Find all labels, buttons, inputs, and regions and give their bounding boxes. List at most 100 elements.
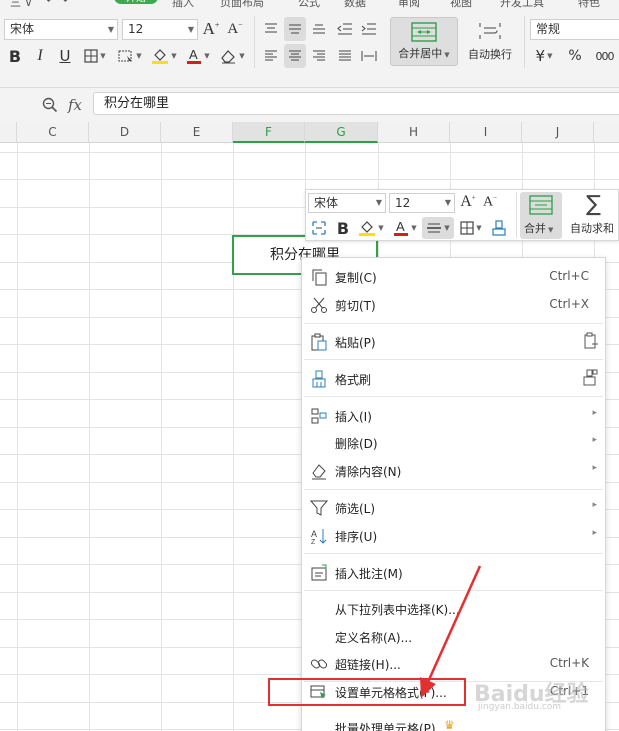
- align-bottom-icon: [313, 24, 325, 34]
- mini-format-painter-button[interactable]: [488, 217, 510, 239]
- increase-indent-button[interactable]: [358, 17, 380, 41]
- menu-item-paste[interactable]: 粘贴(P): [302, 328, 605, 355]
- wrap-text-button[interactable]: 自动换行: [462, 17, 518, 66]
- menu-item-label: 从下拉列表中选择(K)...: [335, 603, 460, 617]
- paste-icon: [311, 333, 327, 351]
- number-format-value: 常规: [536, 22, 561, 36]
- fill-pattern-button[interactable]: ▼: [114, 44, 146, 68]
- align-right-button[interactable]: [308, 44, 330, 68]
- menu-item-define-name[interactable]: 定义名称(A)...: [302, 623, 605, 650]
- bold-button[interactable]: B: [4, 44, 26, 68]
- menu-item-delete[interactable]: 删除(D) ▸: [302, 429, 605, 456]
- tab-insert[interactable]: 插入: [172, 0, 194, 10]
- menu-item-insert[interactable]: 插入(I) ▸: [302, 402, 605, 429]
- indent-icon: [361, 23, 376, 35]
- paste-options-icon[interactable]: [583, 332, 599, 350]
- tab-special[interactable]: 特色: [578, 0, 600, 10]
- mini-divider: [516, 192, 517, 238]
- mini-format-button[interactable]: [308, 217, 330, 239]
- align-top-icon: [265, 23, 277, 33]
- column-header-e[interactable]: E: [161, 122, 233, 143]
- outdent-icon: [337, 23, 352, 35]
- mini-merge-button[interactable]: 合并 ▼: [520, 192, 562, 239]
- menu-item-clear-contents[interactable]: 清除内容(N) ▸: [302, 457, 605, 484]
- menu-item-cut[interactable]: 剪切(T) Ctrl+X: [302, 291, 605, 318]
- mini-font-color-button[interactable]: A ▼: [390, 217, 420, 239]
- thousands-button[interactable]: 000: [590, 44, 619, 68]
- font-decrease-icon: A−: [482, 193, 498, 210]
- border-button[interactable]: ▼: [80, 44, 110, 68]
- copy-icon: [312, 269, 327, 286]
- font-size-select[interactable]: 12 ▼: [122, 19, 198, 40]
- column-header-f[interactable]: F: [233, 122, 305, 143]
- tab-home[interactable]: 开始: [114, 0, 158, 4]
- grid-line: [0, 179, 619, 180]
- decrease-indent-button[interactable]: [334, 17, 356, 41]
- italic-button[interactable]: I: [29, 44, 51, 68]
- tab-page-layout[interactable]: 页面布局: [220, 0, 264, 10]
- column-header-partial[interactable]: [0, 122, 17, 143]
- column-header-i[interactable]: I: [450, 122, 522, 143]
- grid-line: [161, 143, 162, 731]
- mini-fill-color-button[interactable]: ▼: [356, 217, 386, 239]
- tab-file[interactable]: 三 ∨: [10, 0, 33, 10]
- mini-font-size-select[interactable]: 12 ▼: [389, 193, 455, 213]
- align-top-button[interactable]: [260, 17, 282, 41]
- mini-decrease-font-button[interactable]: A−: [480, 191, 500, 213]
- column-header-d[interactable]: D: [89, 122, 161, 143]
- decrease-font-button[interactable]: A−: [224, 17, 246, 41]
- fill-color-button[interactable]: ▼: [148, 44, 180, 68]
- mini-increase-font-button[interactable]: A+: [458, 191, 478, 213]
- mini-autosum-button[interactable]: ∑ 自动求和: [568, 192, 619, 239]
- mini-font-name-select[interactable]: 宋体 ▼: [308, 193, 386, 213]
- currency-button[interactable]: ¥ ▼: [530, 44, 558, 68]
- menu-item-hyperlink[interactable]: 超链接(H)... Ctrl+K: [302, 650, 605, 677]
- align-bottom-button[interactable]: [308, 17, 330, 41]
- tab-developer[interactable]: 开发工具: [500, 0, 544, 10]
- fx-icon[interactable]: fx: [68, 96, 82, 114]
- menu-item-format-painter[interactable]: 格式刷: [302, 365, 605, 392]
- column-header-g[interactable]: G: [305, 122, 378, 143]
- chevron-down-icon: ▼: [100, 52, 106, 60]
- align-middle-button[interactable]: [284, 17, 306, 41]
- tab-formulas[interactable]: 公式: [298, 0, 320, 10]
- menu-item-label: 格式刷: [335, 373, 372, 387]
- tab-view[interactable]: 视图: [450, 0, 472, 10]
- menu-item-pick-from-list[interactable]: 从下拉列表中选择(K)...: [302, 595, 605, 622]
- column-header-j[interactable]: J: [522, 122, 594, 143]
- zoom-icon[interactable]: [42, 97, 58, 113]
- distributed-align-button[interactable]: [358, 44, 380, 68]
- border-icon: [84, 49, 98, 63]
- tab-fragment[interactable]: ↶ ↷: [46, 0, 68, 7]
- tab-review[interactable]: 审阅: [398, 0, 420, 10]
- menu-item-filter[interactable]: 筛选(L) ▸: [302, 494, 605, 521]
- justify-button[interactable]: [334, 44, 356, 68]
- align-center-button[interactable]: [284, 44, 306, 68]
- fill-bucket-icon: [152, 49, 169, 64]
- mini-bold-button[interactable]: B: [332, 217, 354, 239]
- link-icon: [310, 659, 328, 669]
- mini-align-button[interactable]: ▼: [422, 217, 454, 239]
- column-header-c[interactable]: C: [17, 122, 89, 143]
- align-left-button[interactable]: [260, 44, 282, 68]
- menu-item-copy[interactable]: 复制(C) Ctrl+C: [302, 263, 605, 290]
- increase-font-button[interactable]: A+: [200, 17, 222, 41]
- percent-button[interactable]: %: [564, 44, 586, 68]
- clear-button[interactable]: ▼: [216, 44, 248, 68]
- underline-button[interactable]: U: [54, 44, 76, 68]
- tab-data[interactable]: 数据: [344, 0, 366, 10]
- font-name-select[interactable]: 宋体 ▼: [4, 19, 118, 40]
- menu-item-insert-comment[interactable]: 插入批注(M): [302, 559, 605, 586]
- chevron-down-icon: ▼: [136, 52, 142, 60]
- number-format-select[interactable]: 常规: [530, 19, 619, 40]
- merge-center-button[interactable]: 合并居中 ▼: [390, 17, 458, 66]
- menu-item-sort[interactable]: AZ 排序(U) ▸: [302, 522, 605, 549]
- formula-input[interactable]: 积分在哪里: [93, 92, 619, 115]
- column-header-h[interactable]: H: [378, 122, 450, 143]
- submenu-arrow-icon: ▸: [592, 408, 597, 418]
- menu-item-batch-cells[interactable]: 批量处理单元格(P) ♛: [302, 714, 605, 731]
- font-color-button[interactable]: A ▼: [182, 44, 214, 68]
- menu-item-label: 删除(D): [335, 437, 378, 451]
- brush-options-icon[interactable]: [581, 369, 599, 387]
- mini-border-button[interactable]: ▼: [456, 217, 486, 239]
